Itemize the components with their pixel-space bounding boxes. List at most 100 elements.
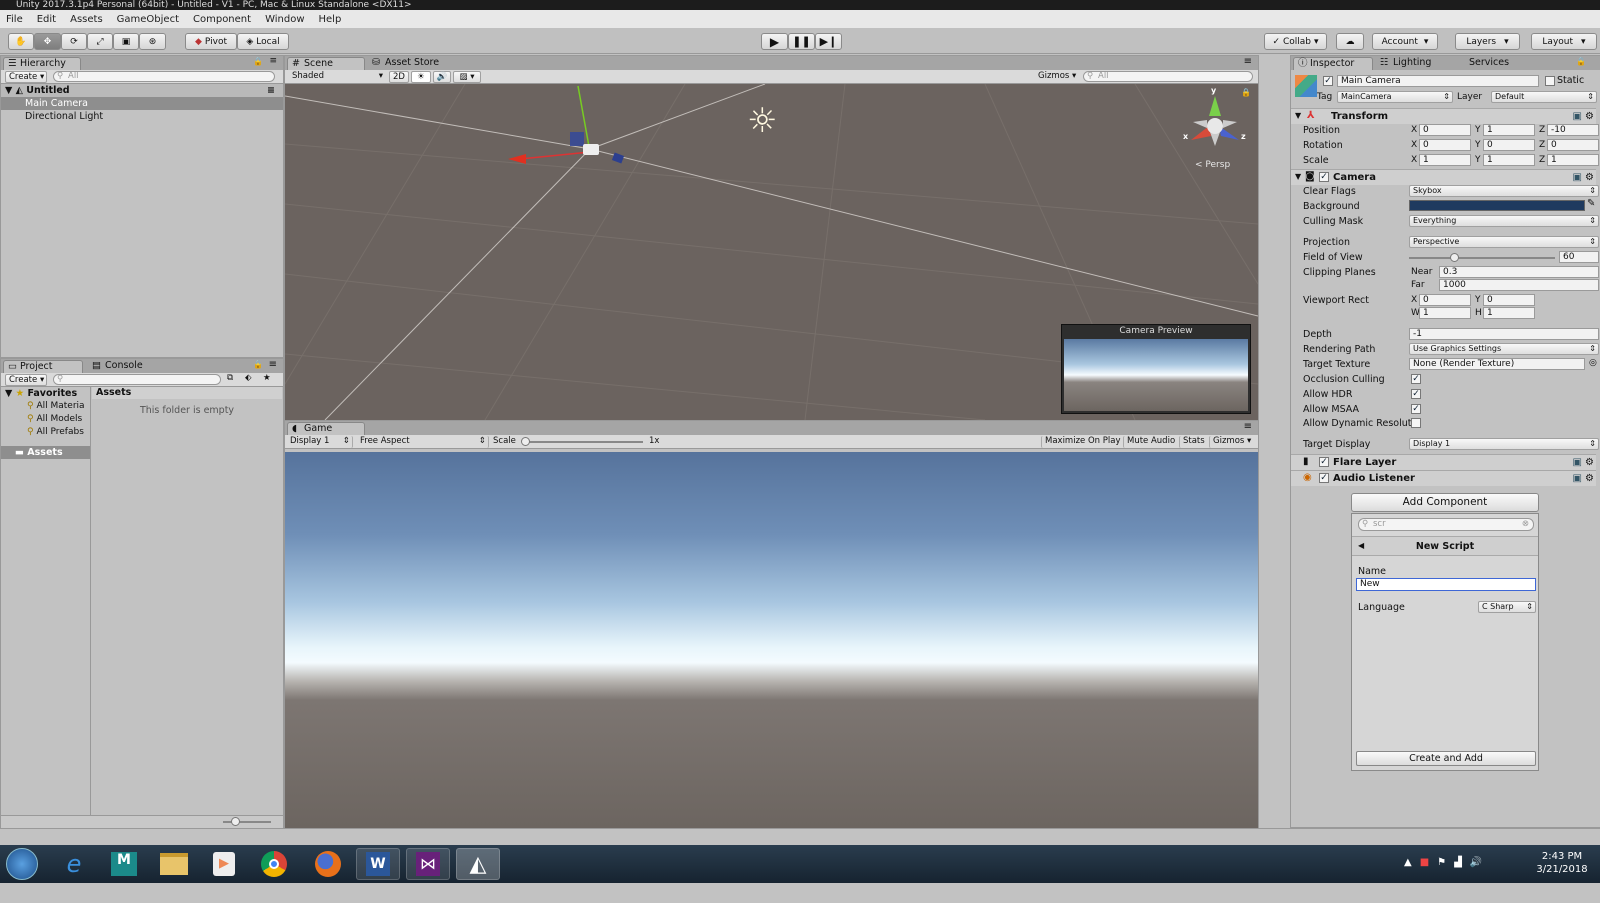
- background-color-swatch[interactable]: [1409, 200, 1585, 211]
- menu-component[interactable]: Component: [193, 14, 251, 25]
- language-dropdown[interactable]: C Sharp ⇕: [1478, 601, 1536, 613]
- media-player-icon[interactable]: ▶: [202, 848, 246, 880]
- allow-hdr-checkbox[interactable]: ✓: [1411, 389, 1421, 399]
- expand-arrow-icon[interactable]: ▼: [1295, 172, 1301, 181]
- panel-menu-icon[interactable]: ≡: [269, 359, 277, 370]
- help-book-icon[interactable]: ▣: [1573, 111, 1582, 122]
- panel-menu-icon[interactable]: ≡: [269, 56, 277, 66]
- favorite-all-prefabs[interactable]: ⚲ All Prefabs: [1, 426, 84, 439]
- rotation-y-field[interactable]: 0: [1483, 139, 1535, 151]
- transform-header[interactable]: ▼ ⅄ Transform ▣ ⚙: [1291, 108, 1596, 124]
- allow-msaa-checkbox[interactable]: ✓: [1411, 404, 1421, 414]
- menu-window[interactable]: Window: [265, 14, 304, 25]
- camera-header[interactable]: ▼ ◙ ✓ Camera ▣ ⚙: [1291, 169, 1596, 185]
- rotation-z-field[interactable]: 0: [1547, 139, 1599, 151]
- target-display-dropdown[interactable]: Display 1 ⇕: [1409, 438, 1599, 450]
- expand-arrow-icon[interactable]: ▼: [5, 85, 12, 96]
- maya-icon[interactable]: M: [102, 848, 146, 880]
- tab-hierarchy[interactable]: ☰ Hierarchy: [3, 57, 81, 70]
- culling-mask-dropdown[interactable]: Everything ⇕: [1409, 215, 1599, 227]
- move-tool-icon[interactable]: ✥: [34, 33, 61, 50]
- static-checkbox[interactable]: [1545, 76, 1555, 86]
- near-field[interactable]: 0.3: [1439, 266, 1599, 278]
- account-dropdown[interactable]: Account ▾: [1372, 33, 1438, 50]
- fov-slider-track[interactable]: [1409, 257, 1555, 259]
- allow-dynamic-resolution-checkbox[interactable]: [1411, 418, 1421, 428]
- scale-z-field[interactable]: 1: [1547, 154, 1599, 166]
- shading-mode-dropdown[interactable]: Shaded ▾: [289, 71, 385, 83]
- eyedropper-icon[interactable]: ✎: [1587, 198, 1595, 209]
- expand-arrow-icon[interactable]: ▼: [5, 388, 12, 399]
- script-name-input[interactable]: New: [1356, 578, 1536, 591]
- depth-field[interactable]: -1: [1409, 328, 1599, 340]
- viewport-h-field[interactable]: 1: [1483, 307, 1535, 319]
- sun-light-icon[interactable]: ☼: [747, 104, 777, 138]
- cloud-button[interactable]: ☁: [1336, 33, 1364, 50]
- mute-audio-toggle[interactable]: Mute Audio: [1123, 436, 1177, 448]
- gizmos-dropdown[interactable]: Gizmos ▾: [1035, 71, 1077, 83]
- slider-thumb[interactable]: [231, 817, 240, 826]
- internet-explorer-icon[interactable]: e: [52, 848, 96, 880]
- tag-dropdown[interactable]: MainCamera ⇕: [1337, 91, 1453, 103]
- gear-icon[interactable]: ⚙: [1585, 172, 1594, 183]
- pivot-toggle[interactable]: ◆ Pivot: [185, 33, 237, 50]
- fov-slider-thumb[interactable]: [1450, 253, 1460, 262]
- tab-services[interactable]: Services: [1453, 57, 1523, 70]
- scale-tool-icon[interactable]: ⤢: [87, 33, 113, 50]
- projection-dropdown[interactable]: Perspective ⇕: [1409, 236, 1599, 248]
- display-dropdown[interactable]: Display 1 ⇕: [287, 436, 353, 448]
- help-book-icon[interactable]: ▣: [1573, 473, 1582, 484]
- favorite-all-materials[interactable]: ⚲ All Materia: [1, 400, 85, 413]
- audio-listener-checkbox[interactable]: ✓: [1319, 473, 1329, 483]
- visual-studio-icon[interactable]: ⋈: [406, 848, 450, 880]
- tab-console[interactable]: ▤ Console: [89, 360, 159, 373]
- play-button[interactable]: ▶: [761, 33, 788, 50]
- hand-tool-icon[interactable]: ✋: [8, 33, 34, 50]
- audio-toggle-icon[interactable]: 🔊: [433, 71, 451, 83]
- gear-icon[interactable]: ⚙: [1585, 473, 1594, 484]
- tab-project[interactable]: ▭ Project: [3, 360, 83, 373]
- game-gizmos-dropdown[interactable]: Gizmos ▾: [1209, 436, 1255, 448]
- local-toggle[interactable]: ◈ Local: [237, 33, 289, 50]
- aspect-dropdown[interactable]: Free Aspect ⇕: [357, 436, 489, 448]
- lock-icon[interactable]: 🔒: [1576, 57, 1586, 66]
- tray-arrow-icon[interactable]: ▲: [1404, 857, 1412, 868]
- viewport-x-field[interactable]: 0: [1419, 294, 1471, 306]
- create-and-add-button[interactable]: Create and Add: [1356, 751, 1536, 766]
- maximize-on-play-toggle[interactable]: Maximize On Play: [1041, 436, 1121, 448]
- clear-search-icon[interactable]: ⊗: [1522, 519, 1529, 530]
- scale-x-field[interactable]: 1: [1419, 154, 1471, 166]
- favorite-star-icon[interactable]: ★: [263, 373, 271, 383]
- layout-dropdown[interactable]: Layout ▾: [1531, 33, 1597, 50]
- lighting-toggle-icon[interactable]: ☀: [411, 71, 431, 83]
- assets-folder-item[interactable]: ▬ Assets: [1, 446, 90, 459]
- collab-dropdown[interactable]: ✓ Collab ▾: [1264, 33, 1327, 50]
- firefox-icon[interactable]: [306, 848, 350, 880]
- menu-assets[interactable]: Assets: [70, 14, 103, 25]
- pause-button[interactable]: ❚❚: [788, 33, 815, 50]
- object-name-field[interactable]: Main Camera: [1337, 75, 1539, 87]
- target-texture-field[interactable]: None (Render Texture): [1409, 358, 1585, 370]
- stats-toggle[interactable]: Stats: [1179, 436, 1207, 448]
- file-explorer-icon[interactable]: [152, 848, 196, 880]
- hierarchy-item-directional-light[interactable]: Directional Light: [1, 110, 283, 123]
- menu-file[interactable]: File: [6, 14, 23, 25]
- toggle-2d-button[interactable]: 2D: [389, 71, 409, 83]
- rendering-path-dropdown[interactable]: Use Graphics Settings ⇕: [1409, 343, 1599, 355]
- chrome-icon[interactable]: [252, 848, 296, 880]
- gizmo-lock-icon[interactable]: 🔒: [1241, 88, 1251, 97]
- clock[interactable]: 2:43 PM 3/21/2018: [1530, 850, 1594, 876]
- scene-viewport[interactable]: ☼ y x z 🔒 < Persp Camera Preview: [285, 84, 1258, 420]
- rotate-tool-icon[interactable]: ⟳: [61, 33, 87, 50]
- tab-asset-store[interactable]: ⛁ Asset Store: [369, 57, 453, 70]
- flare-layer-header[interactable]: ▮ ✓ Flare Layer ▣ ⚙: [1291, 454, 1596, 470]
- help-book-icon[interactable]: ▣: [1573, 457, 1582, 468]
- scale-y-field[interactable]: 1: [1483, 154, 1535, 166]
- viewport-y-field[interactable]: 0: [1483, 294, 1535, 306]
- step-button[interactable]: ▶❙: [815, 33, 842, 50]
- lock-icon[interactable]: 🔒: [253, 57, 263, 66]
- project-search-input[interactable]: ⚲: [53, 374, 221, 385]
- hierarchy-create-dropdown[interactable]: Create ▾: [5, 71, 47, 83]
- tab-inspector[interactable]: ⓘ Inspector: [1293, 57, 1373, 70]
- clear-flags-dropdown[interactable]: Skybox ⇕: [1409, 185, 1599, 197]
